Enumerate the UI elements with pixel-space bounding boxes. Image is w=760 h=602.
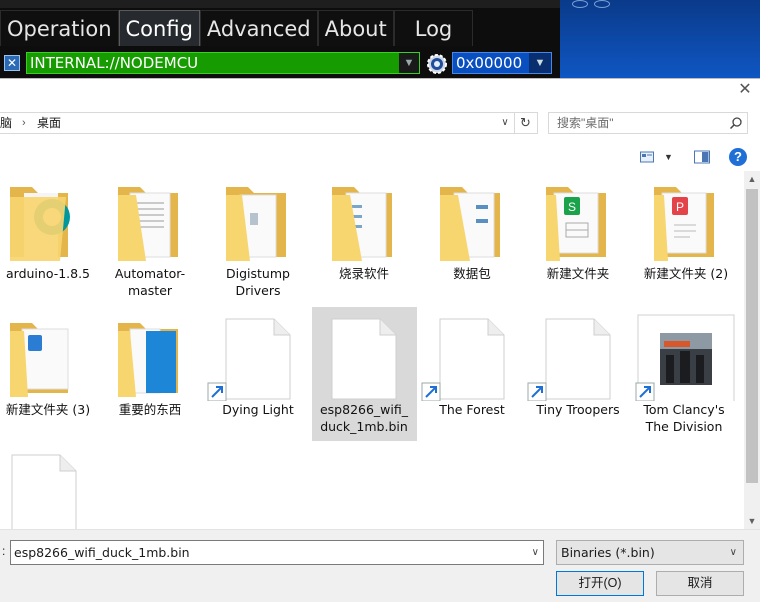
search-placeholder: 搜索"桌面": [557, 116, 614, 130]
file-grid: arduino-1.8.5 Automator-master Digistump…: [0, 171, 744, 529]
file-item[interactable]: arduino-1.8.5: [0, 171, 100, 305]
file-item-label: Digistump Drivers: [226, 266, 290, 298]
minimize-icon[interactable]: [572, 0, 588, 8]
svg-text:S: S: [568, 200, 576, 214]
file-item[interactable]: [0, 443, 100, 529]
tab-operation[interactable]: Operation: [0, 10, 119, 46]
file-item[interactable]: 重要的东西: [98, 307, 202, 441]
file-item[interactable]: 新建文件夹 (3): [0, 307, 100, 441]
file-item-label: esp8266_wifi_duck_1mb.bin: [319, 402, 409, 434]
file-item[interactable]: S 新建文件夹: [526, 171, 630, 305]
close-icon[interactable]: [594, 0, 610, 8]
chevron-down-icon[interactable]: ∨: [532, 541, 539, 564]
tab-advanced[interactable]: Advanced: [199, 10, 318, 46]
chevron-down-icon[interactable]: ▼: [664, 149, 674, 165]
tab-log[interactable]: Log: [393, 10, 474, 46]
breadcrumb-item[interactable]: 桌面: [37, 113, 61, 133]
file-item-label: Dying Light: [222, 402, 294, 417]
refresh-icon[interactable]: ↻: [514, 113, 536, 133]
address-value: 0x00000: [456, 54, 523, 72]
folder-documents-icon: [440, 187, 500, 261]
cancel-button[interactable]: 取消: [656, 571, 744, 596]
app-titlebar: [0, 0, 560, 8]
close-port-icon[interactable]: ✕: [4, 55, 20, 71]
file-item[interactable]: P 新建文件夹 (2): [634, 171, 738, 305]
app-tabs: Operation Config Advanced About Log: [0, 10, 474, 46]
file-icon: [11, 454, 77, 529]
tab-config[interactable]: Config: [118, 10, 200, 46]
open-file-dialog: ✕ 脑 › 桌面 ∨ ↻ 搜索"桌面" ▼ ? arduino-1.8.5 Au…: [0, 78, 760, 602]
shortcut-file-icon: [421, 318, 505, 401]
desktop-background: [560, 0, 760, 80]
file-item-label: Automator-master: [114, 266, 186, 298]
file-item-label: Tom Clancy's The Division: [643, 402, 725, 434]
folder-documents-icon: [332, 187, 392, 261]
filename-label: :: [2, 544, 6, 558]
folder-arduino-icon: [10, 187, 70, 261]
vertical-scrollbar[interactable]: ▲ ▼: [744, 171, 760, 529]
tab-about[interactable]: About: [317, 10, 394, 46]
file-icon: [331, 318, 397, 400]
search-input[interactable]: 搜索"桌面": [548, 112, 748, 134]
folder-word-icon: [10, 323, 69, 397]
file-item-label: 重要的东西: [118, 402, 182, 417]
gear-icon[interactable]: [425, 52, 449, 76]
close-icon[interactable]: ✕: [736, 81, 754, 99]
help-icon[interactable]: ?: [729, 148, 747, 166]
search-icon[interactable]: [729, 116, 743, 130]
port-value: INTERNAL://NODEMCU: [30, 54, 199, 72]
port-row: ✕ INTERNAL://NODEMCU ▼ 0x00000 ▼: [0, 50, 560, 76]
open-button[interactable]: 打开(O): [556, 571, 644, 596]
file-item-label: 新建文件夹 (2): [643, 266, 729, 281]
folder-spreadsheet-icon: S: [546, 187, 606, 261]
file-type-select[interactable]: Binaries (*.bin) ∨: [556, 540, 744, 565]
port-select[interactable]: INTERNAL://NODEMCU ▼: [26, 52, 420, 74]
file-item-label: 新建文件夹: [546, 266, 610, 281]
filename-input[interactable]: esp8266_wifi_duck_1mb.bin ∨: [10, 540, 544, 565]
svg-text:P: P: [676, 200, 684, 214]
chevron-down-icon[interactable]: ∨: [496, 113, 514, 133]
chevron-right-icon: ›: [22, 117, 26, 129]
preview-pane-icon[interactable]: [694, 149, 710, 165]
file-type-value: Binaries (*.bin): [561, 545, 655, 560]
address-select[interactable]: 0x00000 ▼: [452, 52, 552, 74]
dialog-footer: : esp8266_wifi_duck_1mb.bin ∨ Binaries (…: [0, 529, 760, 602]
shortcut-file-icon: [207, 318, 291, 401]
file-item-label: The Forest: [439, 402, 505, 417]
chevron-down-icon: ▼: [529, 53, 551, 73]
folder-documents-icon: [118, 187, 178, 261]
file-item[interactable]: The Forest: [420, 307, 524, 441]
filename-value: esp8266_wifi_duck_1mb.bin: [14, 545, 190, 560]
shortcut-file-icon: [527, 318, 611, 401]
address-bar[interactable]: 脑 › 桌面 ∨ ↻: [0, 112, 538, 134]
file-item[interactable]: Tom Clancy's The Division: [634, 307, 735, 441]
file-item-selected[interactable]: esp8266_wifi_duck_1mb.bin: [312, 307, 417, 441]
scroll-down-icon[interactable]: ▼: [744, 513, 760, 529]
file-item-label: 数据包: [453, 266, 491, 281]
folder-blue-icon: [118, 323, 178, 397]
file-item[interactable]: Tiny Troopers: [526, 307, 630, 441]
scrollbar-thumb[interactable]: [746, 189, 758, 483]
file-item[interactable]: 数据包: [420, 171, 524, 305]
file-item[interactable]: Digistump Drivers: [206, 171, 310, 305]
file-item-label: Tiny Troopers: [536, 402, 620, 417]
view-options-icon[interactable]: [640, 149, 654, 165]
file-item-label: 新建文件夹 (3): [5, 402, 91, 417]
file-item[interactable]: Dying Light: [206, 307, 310, 441]
folder-documents-icon: [226, 187, 286, 261]
breadcrumb-item[interactable]: 脑: [0, 113, 12, 133]
chevron-down-icon: ▼: [399, 53, 419, 73]
scroll-up-icon[interactable]: ▲: [744, 171, 760, 187]
file-item[interactable]: Automator-master: [98, 171, 202, 305]
file-item-label: arduino-1.8.5: [5, 266, 91, 281]
file-item[interactable]: 烧录软件: [312, 171, 416, 305]
folder-pdf-icon: P: [654, 187, 714, 261]
shortcut-image-icon: [635, 314, 735, 401]
chevron-down-icon: ∨: [729, 547, 737, 558]
file-item-label: 烧录软件: [338, 266, 389, 281]
